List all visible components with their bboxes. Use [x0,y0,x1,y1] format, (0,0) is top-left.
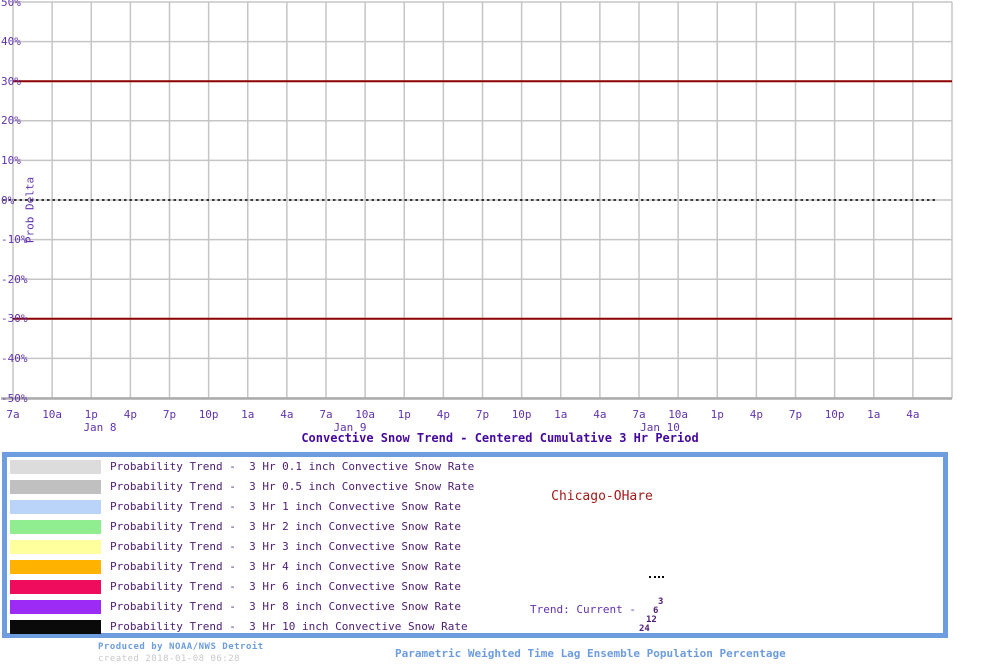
plot-grid [1,1,953,400]
x-tick-label: 7p [162,408,177,421]
footer-created-timestamp: created 2018-01-08 06:28 [98,654,241,664]
y-tick-label: -20% [1,272,28,286]
x-tick-label: 4a [593,408,607,421]
x-tick-label: 1a [867,408,881,421]
legend-label: Probability Trend - 3 Hr 4 inch Convecti… [110,560,461,573]
footer-produced-by: Produced by NOAA/NWS Detroit [98,642,264,652]
x-tick-label: 10p [824,408,845,421]
legend-label: Probability Trend - 3 Hr 0.5 inch Convec… [110,480,475,493]
legend-label: Probability Trend - 3 Hr 3 inch Convecti… [110,540,461,553]
legend-swatch [10,500,101,514]
legend-swatch [10,540,101,554]
y-axis-title: Prob Delta [23,176,37,244]
legend-swatch [10,520,101,534]
x-tick-label: 4p [123,408,137,421]
x-tick-label: 7p [475,408,490,421]
x-tick-label: 1a [554,408,568,421]
legend-swatch [10,580,101,594]
x-tick-label: 7a [6,408,20,421]
date-label: Jan 8 [83,421,117,434]
y-tick-label: 50% [1,0,21,9]
station-label: Chicago-OHare [551,489,653,504]
x-tick-label: 10p [511,408,532,421]
legend-swatch [10,620,101,634]
x-tick-label: 4a [280,408,294,421]
legend-swatch [10,560,101,574]
x-tick-label: 7a [632,408,646,421]
x-tick-label: 1p [84,408,98,421]
legend-swatch [10,600,101,614]
y-tick-label: -30% [1,312,28,326]
legend-label: Probability Trend - 3 Hr 8 inch Convecti… [110,600,461,613]
trend-hour-number: 24 [639,624,650,634]
trend-hour-number: 3 [658,597,664,607]
x-tick-label: 10a [355,408,376,421]
x-tick-label: 10a [668,408,689,421]
x-tick-label: 10p [198,408,219,421]
chart-page: 50% 40% 30% 20% 10% 0% -10% -20% -30% -40% -50% 7a… [0,0,1000,670]
y-tick-label: 30% [1,74,21,88]
legend-label: Probability Trend - 3 Hr 2 inch Convecti… [110,520,461,533]
y-tick-label: -40% [1,351,28,365]
legend-label: Probability Trend - 3 Hr 1 inch Convecti… [110,500,461,513]
x-tick-label: 7a [319,408,333,421]
legend-swatch [10,480,101,494]
footer-product-description: Parametric Weighted Time Lag Ensemble Po… [395,647,786,660]
legend-label: Probability Trend - 3 Hr 6 inch Convecti… [110,580,461,593]
legend-label: Probability Trend - 3 Hr 10 inch Convect… [110,620,468,633]
x-tick-label: 4p [749,408,763,421]
y-tick-label: 0% [1,193,15,207]
x-tick-label: 4p [436,408,450,421]
trend-current-dots-icon [649,576,664,578]
chart-title: Convective Snow Trend - Centered Cumulat… [301,431,699,445]
x-tick-label: 7p [788,408,803,421]
y-tick-label: 10% [1,153,21,167]
y-tick-label: 20% [1,114,21,128]
x-tick-label: 1p [397,408,411,421]
legend-swatch [10,460,101,474]
x-tick-label: 10a [42,408,63,421]
x-tick-label: 4a [906,408,920,421]
y-tick-label: 40% [1,35,21,49]
legend-label: Probability Trend - 3 Hr 0.1 inch Convec… [110,460,475,473]
x-tick-label: 1a [241,408,255,421]
x-tick-label: 1p [710,408,724,421]
trend-label: Trend: Current - [530,603,636,616]
y-tick-label: -50% [1,391,28,405]
